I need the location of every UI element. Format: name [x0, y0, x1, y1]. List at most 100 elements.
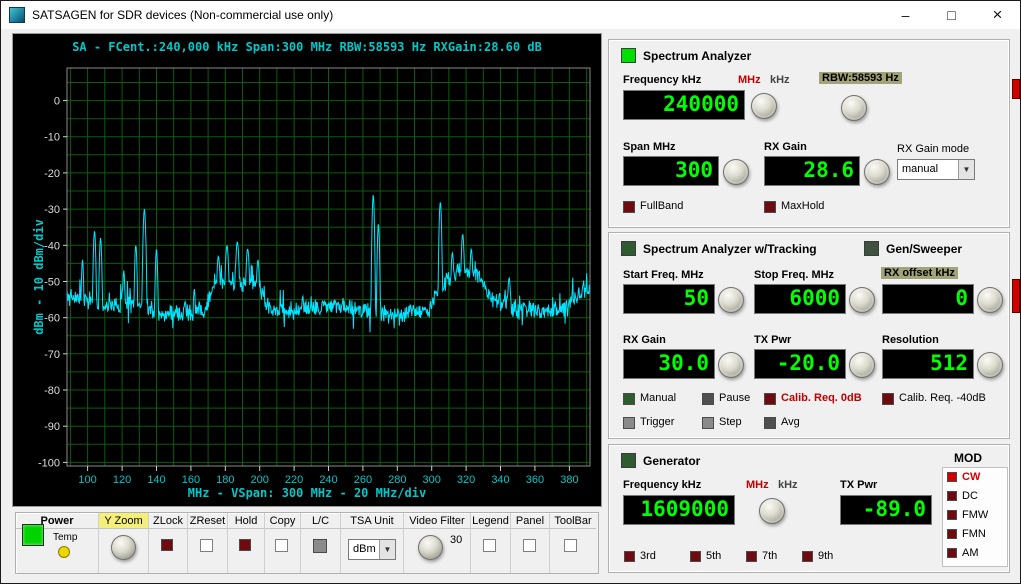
rbw-knob[interactable] — [841, 95, 867, 121]
stop-freq-display[interactable]: 6000 — [754, 284, 846, 314]
svg-text:-90: -90 — [44, 421, 60, 433]
harmonic-9th-toggle[interactable] — [802, 551, 813, 562]
y-zoom-knob[interactable] — [111, 535, 136, 560]
x-axis-title: MHz - VSpan: 300 MHz - 20 MHz/div — [13, 486, 601, 500]
svg-text:360: 360 — [526, 474, 544, 486]
harmonic-5th-toggle[interactable] — [690, 551, 701, 562]
generator-panel: Generator MOD Frequency kHz MHz kHz TX P… — [608, 444, 1010, 573]
gen-khz-unit-toggle[interactable]: kHz — [778, 479, 798, 491]
avg-label: Avg — [781, 416, 800, 428]
avg-toggle[interactable] — [764, 417, 776, 429]
video-filter-knob[interactable] — [418, 535, 443, 560]
generator-title: Generator — [643, 454, 700, 468]
gen-sweeper-label: Gen/Sweeper — [886, 242, 962, 256]
tracking-rx-gain-knob[interactable] — [718, 352, 744, 378]
grid — [67, 68, 590, 466]
zreset-checkbox[interactable] — [200, 539, 213, 552]
gen-mhz-unit-toggle[interactable]: MHz — [746, 479, 769, 491]
mod-label: MOD — [954, 451, 982, 465]
power-button[interactable] — [22, 524, 44, 546]
rx-gain-display[interactable]: 28.6 — [764, 156, 860, 186]
zlock-toggle[interactable] — [161, 539, 173, 551]
toolbar-checkbox[interactable] — [564, 539, 577, 552]
svg-text:-10: -10 — [44, 132, 60, 144]
harmonic-3rd-toggle[interactable] — [624, 551, 635, 562]
gen-tx-pwr-display[interactable]: -89.0 — [840, 495, 932, 525]
harmonic-7th-toggle[interactable] — [746, 551, 757, 562]
resolution-knob[interactable] — [977, 352, 1003, 378]
span-knob[interactable] — [723, 159, 749, 185]
rx-offset-label: RX offset kHz — [881, 267, 958, 279]
rx-offset-knob[interactable] — [977, 287, 1003, 313]
gen-frequency-display[interactable]: 1609000 — [623, 495, 735, 525]
maxhold-toggle[interactable] — [764, 201, 776, 213]
frequency-knob[interactable] — [751, 93, 777, 119]
gen-frequency-knob[interactable] — [759, 498, 785, 524]
legend-checkbox[interactable] — [483, 539, 496, 552]
gen-frequency-label: Frequency kHz — [623, 479, 701, 491]
rx-gain-knob[interactable] — [864, 159, 890, 185]
frequency-display[interactable]: 240000 — [623, 90, 745, 120]
khz-unit-toggle[interactable]: kHz — [770, 74, 790, 86]
rx-gain-mode-label: RX Gain mode — [897, 143, 969, 155]
mod-dc-label: DC — [962, 490, 978, 502]
trigger-toggle[interactable] — [623, 417, 635, 429]
tracking-rx-gain-display[interactable]: 30.0 — [623, 349, 715, 379]
svg-text:340: 340 — [491, 474, 509, 486]
hold-toggle[interactable] — [239, 539, 251, 551]
panel-checkbox[interactable] — [523, 539, 536, 552]
tsa-unit-section: TSA Unit dBm ▼ — [341, 513, 404, 573]
step-toggle[interactable] — [702, 417, 714, 429]
svg-text:240: 240 — [319, 474, 337, 486]
mod-option-fmn[interactable]: FMN — [943, 525, 1007, 544]
pause-toggle[interactable] — [702, 393, 714, 405]
span-display[interactable]: 300 — [623, 156, 719, 186]
stop-freq-knob[interactable] — [849, 287, 875, 313]
spectrum-analyzer-led[interactable] — [621, 48, 636, 63]
gen-sweeper-led[interactable] — [864, 241, 879, 256]
svg-text:0: 0 — [54, 96, 60, 108]
start-freq-knob[interactable] — [718, 287, 744, 313]
rx-offset-display[interactable]: 0 — [882, 284, 974, 314]
pause-label: Pause — [719, 392, 750, 404]
tracking-rx-gain-label: RX Gain — [623, 334, 666, 346]
close-button[interactable]: × — [975, 1, 1020, 29]
start-freq-display[interactable]: 50 — [623, 284, 715, 314]
spectrum-plot: 1001201401601802002202402602803003203403… — [13, 34, 601, 506]
mod-am-indicator — [947, 548, 957, 558]
resolution-display[interactable]: 512 — [882, 349, 974, 379]
harmonic-9th-label: 9th — [818, 550, 833, 562]
window-edge-marker — [1012, 79, 1020, 99]
dropdown-arrow-icon: ▼ — [379, 540, 395, 559]
svg-text:300: 300 — [423, 474, 441, 486]
mod-am-label: AM — [962, 547, 979, 559]
svg-text:380: 380 — [560, 474, 578, 486]
mod-option-cw[interactable]: CW — [943, 468, 1007, 487]
mhz-unit-toggle[interactable]: MHz — [738, 74, 761, 86]
mod-option-dc[interactable]: DC — [943, 487, 1007, 506]
tracking-tx-pwr-display[interactable]: -20.0 — [754, 349, 846, 379]
calib-0db-toggle[interactable] — [764, 393, 776, 405]
tracking-panel: Spectrum Analyzer w/Tracking Gen/Sweeper… — [608, 232, 1010, 439]
tracking-tx-pwr-label: TX Pwr — [754, 334, 791, 346]
lc-section: L/C — [301, 513, 341, 573]
tracking-led[interactable] — [621, 241, 636, 256]
mod-option-fmw[interactable]: FMW — [943, 506, 1007, 525]
generator-led[interactable] — [621, 453, 636, 468]
copy-checkbox[interactable] — [275, 539, 288, 552]
lc-toggle[interactable] — [313, 539, 327, 553]
title-bar[interactable]: SATSAGEN for SDR devices (Non-commercial… — [1, 1, 1020, 29]
rx-gain-mode-select[interactable]: manual ▼ — [897, 159, 975, 180]
calib-40db-toggle[interactable] — [882, 393, 894, 405]
mod-fmw-label: FMW — [962, 509, 988, 521]
tracking-tx-pwr-knob[interactable] — [849, 352, 875, 378]
gen-tx-pwr-label: TX Pwr — [840, 479, 877, 491]
svg-text:100: 100 — [78, 474, 96, 486]
manual-toggle[interactable] — [623, 393, 635, 405]
maximize-button[interactable]: □ — [929, 1, 974, 29]
tsa-unit-select[interactable]: dBm ▼ — [348, 539, 396, 560]
fullband-toggle[interactable] — [623, 201, 635, 213]
mod-option-am[interactable]: AM — [943, 544, 1007, 563]
window-edge-marker — [1012, 279, 1020, 313]
minimize-button[interactable]: – — [883, 1, 928, 29]
